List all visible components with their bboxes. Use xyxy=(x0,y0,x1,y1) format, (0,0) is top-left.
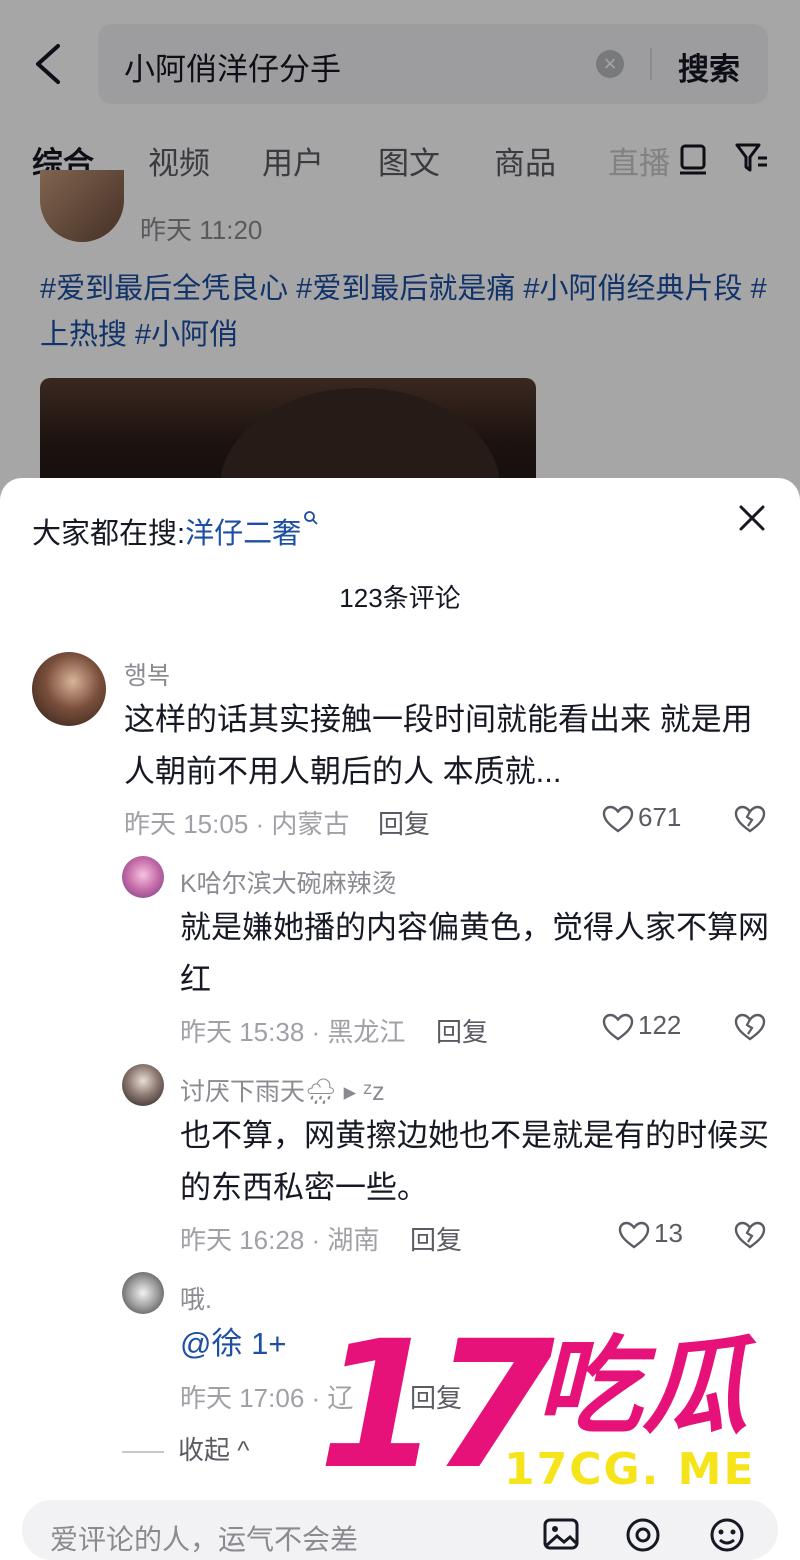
heart-icon xyxy=(602,805,634,833)
reply-button[interactable]: 回复 xyxy=(436,1012,488,1049)
reply-button[interactable]: 回复 xyxy=(378,804,430,841)
comment-username[interactable]: 哦. xyxy=(180,1280,212,1316)
comment-text: 这样的话其实接触一段时间就能看出来 就是用人朝前不用人朝后的人 本质就... xyxy=(124,702,753,789)
comment-text: 也不算，网黄擦边她也不是就是有的时候买的东西私密一些。 xyxy=(180,1118,769,1205)
watermark-logo: 17 吃瓜 17CG. ME xyxy=(318,1318,788,1508)
comment-input[interactable]: 爱评论的人，运气不会差 xyxy=(22,1500,778,1560)
collapse-label: 收起 ^ xyxy=(178,1435,250,1465)
like-button[interactable]: 13 xyxy=(618,1218,683,1250)
comment-username[interactable]: K哈尔滨大碗麻辣烫 xyxy=(180,864,397,900)
dim-overlay[interactable] xyxy=(0,0,800,520)
comment-meta: 昨天 15:05 · 内蒙古 xyxy=(124,809,350,839)
watermark-brand: 吃瓜 xyxy=(536,1325,748,1448)
comment-input-placeholder[interactable]: 爱评论的人，运气不会差 xyxy=(50,1518,358,1558)
divider xyxy=(122,1451,164,1454)
comment-meta: 昨天 16:28 · 湖南 xyxy=(180,1225,380,1255)
comment-text: 就是嫌她播的内容偏黄色，觉得人家不算网红 xyxy=(180,910,769,997)
collapse-replies-button[interactable]: 收起 ^ xyxy=(122,1430,249,1467)
watermark-url: 17CG. ME xyxy=(504,1444,756,1495)
close-icon[interactable] xyxy=(736,502,768,534)
image-icon[interactable] xyxy=(542,1516,580,1552)
search-icon xyxy=(304,511,318,525)
avatar[interactable] xyxy=(122,1064,164,1106)
comment-meta: 昨天 15:38 · 黑龙江 xyxy=(180,1017,406,1047)
broken-heart-icon[interactable] xyxy=(734,1220,766,1250)
search-results-page: 小阿俏洋仔分手 × 搜索 综合 视频 用户 图文 商品 直播 昨天 11:20 … xyxy=(0,0,800,520)
mention-icon[interactable] xyxy=(624,1516,662,1554)
like-count: 122 xyxy=(638,1010,682,1040)
trending-keyword[interactable]: 洋仔二奢 xyxy=(185,518,301,550)
avatar[interactable] xyxy=(122,1272,164,1314)
reply-button[interactable]: 回复 xyxy=(410,1220,462,1257)
avatar[interactable] xyxy=(122,856,164,898)
comment-username[interactable]: 讨厌下雨天🌧 ▸ ᶻz xyxy=(180,1072,385,1108)
like-button[interactable]: 671 xyxy=(602,802,681,834)
avatar[interactable] xyxy=(32,652,106,726)
broken-heart-icon[interactable] xyxy=(734,804,766,834)
broken-heart-icon[interactable] xyxy=(734,1012,766,1042)
like-count: 671 xyxy=(638,802,682,832)
heart-icon xyxy=(618,1221,650,1249)
trending-search[interactable]: 大家都在搜:洋仔二奢 xyxy=(32,510,319,552)
heart-icon xyxy=(602,1013,634,1041)
comment-count: 123条评论 xyxy=(339,583,461,613)
trending-prefix: 大家都在搜: xyxy=(32,518,186,550)
comment-username[interactable]: 행복 xyxy=(124,656,170,692)
emoji-icon[interactable] xyxy=(708,1516,746,1554)
like-count: 13 xyxy=(654,1218,683,1248)
like-button[interactable]: 122 xyxy=(602,1010,681,1042)
